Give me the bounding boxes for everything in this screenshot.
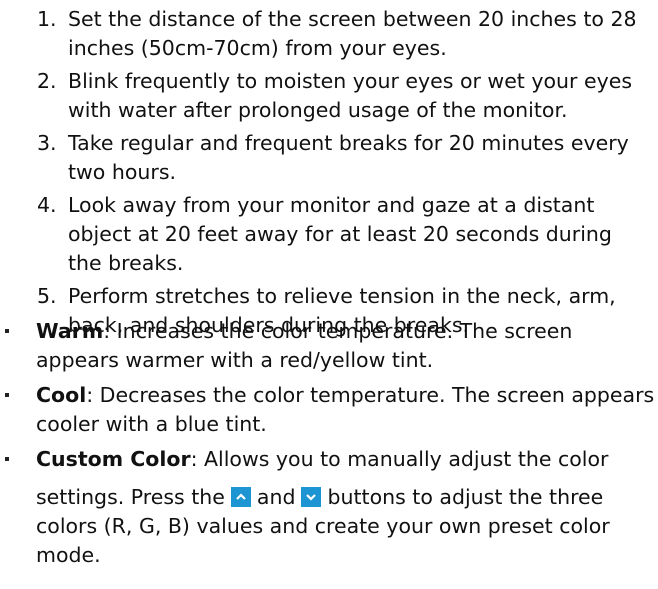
chevron-up-icon [230, 487, 251, 507]
custom-color-description-line1: : Allows you to manually adjust the colo… [190, 447, 609, 471]
cool-mode-item: Cool: Decreases the color temperature. T… [0, 381, 658, 439]
bullet-icon [5, 393, 9, 397]
list-item: 3. Take regular and frequent breaks for … [37, 129, 652, 187]
step-number: 3. [37, 131, 57, 155]
eye-care-steps: 1. Set the distance of the screen betwee… [37, 5, 652, 344]
cool-term: Cool [36, 383, 87, 407]
chevron-down-icon [301, 487, 322, 507]
step-text: Take regular and frequent breaks for 20 … [68, 131, 629, 184]
step-text: Look away from your monitor and gaze at … [68, 193, 612, 275]
custom-color-description-pre: settings. Press the [36, 485, 225, 509]
step-text: Set the distance of the screen between 2… [68, 7, 637, 60]
list-item: 1. Set the distance of the screen betwee… [37, 5, 652, 63]
step-number: 4. [37, 193, 57, 217]
custom-color-mode-item: Custom Color: Allows you to manually adj… [0, 445, 658, 570]
warm-mode-item: Warm: Increases the color temperature. T… [0, 317, 658, 375]
color-mode-list: Warm: Increases the color temperature. T… [0, 317, 658, 576]
step-number: 1. [37, 7, 57, 31]
step-number: 5. [37, 284, 57, 308]
warm-term: Warm [36, 319, 104, 343]
custom-color-description-mid: and [256, 485, 296, 509]
list-item: 2. Blink frequently to moisten your eyes… [37, 67, 652, 125]
cool-description: : Decreases the color temperature. The s… [36, 383, 655, 436]
warm-description: : Increases the color temperature. The s… [36, 319, 573, 372]
bullet-icon [5, 457, 9, 461]
bullet-icon [5, 329, 9, 333]
list-item: 4. Look away from your monitor and gaze … [37, 191, 652, 278]
custom-color-term: Custom Color [36, 447, 191, 471]
step-number: 2. [37, 69, 57, 93]
step-text: Blink frequently to moisten your eyes or… [68, 69, 633, 122]
document-page: 1. Set the distance of the screen betwee… [0, 0, 658, 589]
